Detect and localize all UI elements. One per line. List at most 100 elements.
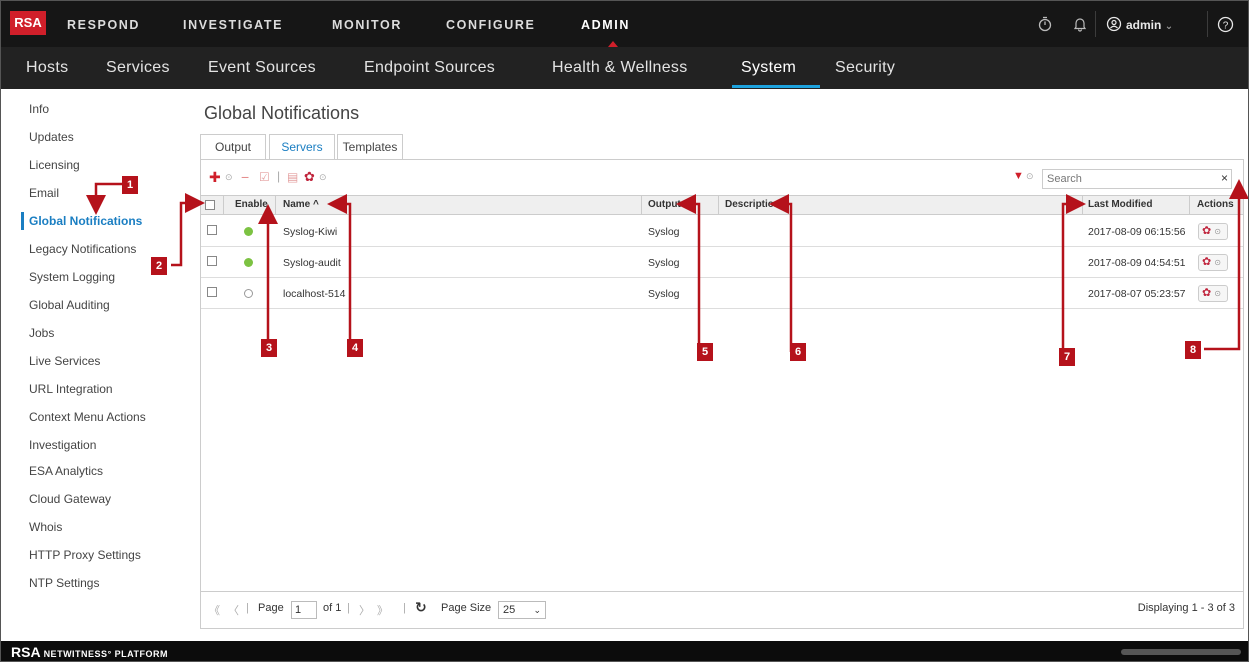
sidebar-item-system-logging[interactable]: System Logging — [29, 270, 115, 284]
bell-icon[interactable] — [1072, 16, 1088, 35]
sidebar-item-context-menu-actions[interactable]: Context Menu Actions — [29, 410, 146, 424]
next-page-icon[interactable]: 〉 — [359, 602, 370, 618]
nav-investigate[interactable]: INVESTIGATE — [183, 18, 283, 32]
tab-servers[interactable]: Servers — [269, 134, 335, 161]
sidebar-item-info[interactable]: Info — [29, 102, 49, 116]
gear-icon: ✿ — [1202, 256, 1212, 268]
table-header: Enable Name ^ Output Description Last Mo… — [201, 195, 1243, 215]
column-divider — [1082, 196, 1083, 215]
tab-templates[interactable]: Templates — [337, 134, 403, 159]
column-actions: Actions — [1197, 199, 1234, 210]
column-enable[interactable]: Enable — [235, 199, 268, 210]
user-menu[interactable]: admin ⌄ — [1126, 18, 1173, 32]
nav-respond[interactable]: RESPOND — [67, 18, 140, 32]
column-divider — [718, 196, 719, 215]
subnav-health-wellness[interactable]: Health & Wellness — [552, 59, 688, 77]
row-checkbox[interactable] — [207, 225, 217, 235]
delete-icon[interactable]: − — [241, 169, 249, 185]
user-icon[interactable] — [1106, 16, 1122, 35]
sidebar-item-email[interactable]: Email — [29, 186, 59, 200]
sidebar-item-esa-analytics[interactable]: ESA Analytics — [29, 464, 103, 478]
chevron-down-icon[interactable]: ⊙ — [1026, 171, 1034, 182]
version-info-redacted — [1121, 649, 1241, 655]
callout-8: 8 — [1185, 341, 1201, 359]
help-icon[interactable]: ? — [1217, 16, 1234, 36]
row-actions-button[interactable]: ✿ ⊙ — [1198, 254, 1228, 271]
sidebar-item-updates[interactable]: Updates — [29, 130, 74, 144]
row-actions-button[interactable]: ✿ ⊙ — [1198, 285, 1228, 302]
refresh-icon[interactable]: ↻ — [415, 599, 427, 616]
enabled-status-icon[interactable] — [244, 258, 253, 267]
column-output[interactable]: Output — [648, 199, 681, 210]
page-number-input[interactable]: 1 — [291, 601, 317, 619]
callout-2: 2 — [151, 257, 167, 275]
nav-configure[interactable]: CONFIGURE — [446, 18, 535, 32]
sidebar-item-global-auditing[interactable]: Global Auditing — [29, 298, 110, 312]
select-all-checkbox[interactable] — [205, 200, 215, 210]
first-page-icon[interactable]: 《 — [209, 602, 220, 618]
sidebar-item-jobs[interactable]: Jobs — [29, 326, 54, 340]
subnav-services[interactable]: Services — [106, 59, 170, 77]
search-input[interactable]: Search — [1042, 169, 1232, 189]
gear-icon: ✿ — [1202, 287, 1212, 299]
sidebar-item-ntp-settings[interactable]: NTP Settings — [29, 576, 99, 590]
sidebar-item-cloud-gateway[interactable]: Cloud Gateway — [29, 492, 111, 506]
sidebar-item-live-services[interactable]: Live Services — [29, 354, 100, 368]
sidebar-item-licensing[interactable]: Licensing — [29, 158, 80, 172]
server-name: localhost-514 — [283, 288, 346, 300]
chevron-down-icon[interactable]: ⊙ — [319, 172, 327, 183]
subnav-security[interactable]: Security — [835, 59, 895, 77]
test-icon[interactable]: ▤ — [287, 170, 298, 184]
row-actions-button[interactable]: ✿ ⊙ — [1198, 223, 1228, 240]
sidebar-item-http-proxy-settings[interactable]: HTTP Proxy Settings — [29, 548, 141, 562]
nav-admin[interactable]: ADMIN — [581, 18, 630, 32]
subnav-event-sources[interactable]: Event Sources — [208, 59, 316, 77]
servers-panel: ✚ ⊙ − ☑ | ▤ ✿ ⊙ ▼ ⊙ Search × Enable Name… — [200, 159, 1244, 629]
subnav-hosts[interactable]: Hosts — [26, 59, 68, 77]
divider — [1207, 11, 1208, 37]
table-row[interactable]: Syslog-audit Syslog 2017-08-09 04:54:51 … — [201, 248, 1243, 278]
row-checkbox[interactable] — [207, 256, 217, 266]
tab-output[interactable]: Output — [200, 134, 266, 159]
table-row[interactable]: Syslog-Kiwi Syslog 2017-08-09 06:15:56 ✿… — [201, 217, 1243, 247]
chevron-down-icon: ⊙ — [1214, 227, 1221, 236]
callout-5: 5 — [697, 343, 713, 361]
toolbar: ✚ ⊙ − ☑ | ▤ ✿ ⊙ ▼ ⊙ Search × — [201, 160, 1243, 195]
footer-logo: RSA — [11, 644, 41, 660]
table-row[interactable]: localhost-514 Syslog 2017-08-07 05:23:57… — [201, 279, 1243, 309]
user-name: admin — [1126, 18, 1162, 32]
chevron-down-icon: ⌄ — [533, 605, 541, 615]
app-window: RSA RESPOND INVESTIGATE MONITOR CONFIGUR… — [0, 0, 1249, 662]
nav-monitor[interactable]: MONITOR — [332, 18, 402, 32]
prev-page-icon[interactable]: 〈 — [228, 602, 239, 618]
close-icon[interactable]: × — [1221, 171, 1228, 185]
subnav-system[interactable]: System — [741, 59, 796, 77]
filter-icon[interactable]: ▼ — [1013, 170, 1024, 182]
callout-3: 3 — [261, 339, 277, 357]
enabled-status-icon[interactable] — [244, 227, 253, 236]
column-name[interactable]: Name ^ — [283, 199, 319, 210]
add-icon[interactable]: ✚ — [209, 169, 221, 186]
column-divider — [275, 196, 276, 215]
disabled-status-icon[interactable] — [244, 289, 253, 298]
sidebar-item-legacy-notifications[interactable]: Legacy Notifications — [29, 242, 136, 256]
timer-icon[interactable] — [1037, 16, 1053, 35]
sidebar-item-whois[interactable]: Whois — [29, 520, 62, 534]
sidebar-item-url-integration[interactable]: URL Integration — [29, 382, 113, 396]
column-description[interactable]: Description — [725, 199, 780, 210]
row-checkbox[interactable] — [207, 287, 217, 297]
active-tab-underline — [732, 85, 820, 88]
sidebar-item-global-notifications[interactable]: Global Notifications — [29, 214, 142, 228]
subnav-endpoint-sources[interactable]: Endpoint Sources — [364, 59, 495, 77]
gear-icon[interactable]: ✿ — [304, 169, 315, 185]
chevron-down-icon[interactable]: ⊙ — [225, 172, 233, 183]
footer-product: NETWITNESS° PLATFORM — [43, 649, 168, 659]
column-divider — [641, 196, 642, 215]
page-size-select[interactable]: 25 ⌄ — [498, 601, 546, 619]
footer: RSA NETWITNESS° PLATFORM — [1, 641, 1248, 661]
column-last-modified[interactable]: Last Modified — [1088, 199, 1152, 210]
last-page-icon[interactable]: 》 — [377, 602, 388, 618]
sidebar-item-investigation[interactable]: Investigation — [29, 438, 96, 452]
edit-icon[interactable]: ☑ — [259, 170, 270, 184]
rsa-logo: RSA — [10, 11, 46, 35]
